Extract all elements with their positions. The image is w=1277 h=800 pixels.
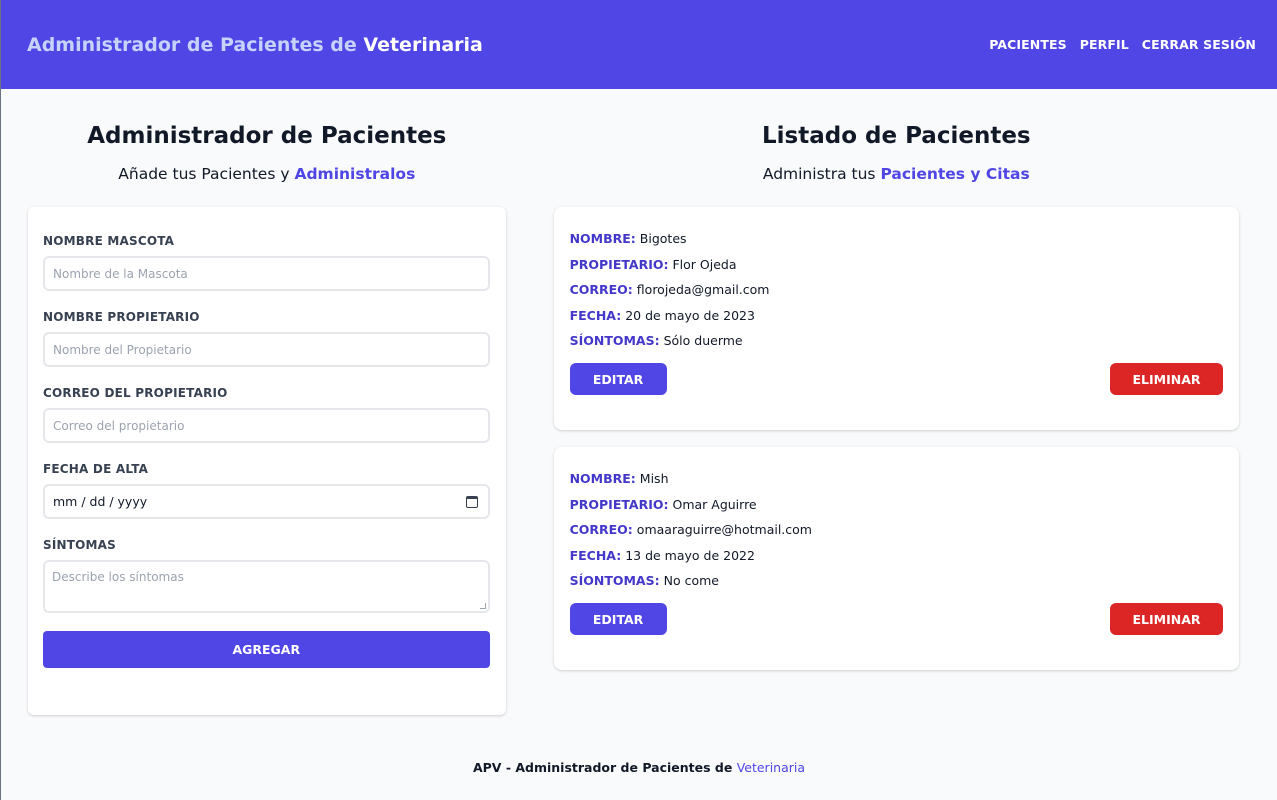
owner-name-label: NOMBRE PROPIETARIO [43, 310, 200, 324]
owner-email-input[interactable]: Correo del propietario [43, 408, 490, 443]
patient-card: NOMBRE: Mish PROPIETARIO: Omar Aguirre C… [553, 447, 1239, 670]
owner-email-label: CORREO DEL PROPIETARIO [43, 386, 228, 400]
owner-name-field-group: NOMBRE PROPIETARIO Nombre del Propietari… [43, 310, 490, 367]
patient-date-value: 13 de mayo de 2022 [625, 547, 755, 563]
patient-symptoms-row: SÍONTOMAS: No come [570, 573, 1223, 588]
patient-actions: EDITAR ELIMINAR [569, 363, 1223, 395]
app-brand: Administrador de Pacientes de Veterinari… [27, 34, 483, 56]
symptoms-placeholder: Describe los síntomas [52, 570, 184, 584]
patient-date-key: FECHA: [569, 307, 622, 323]
nav-link-cerrar-sesion[interactable]: CERRAR SESIÓN [1142, 37, 1256, 52]
list-subtitle-prefix: Administra tus [762, 165, 876, 183]
patient-owner-row: PROPIETARIO: Flor Ojeda [570, 257, 1223, 272]
patient-date-row: FECHA: 13 de mayo de 2022 [570, 548, 1223, 563]
pet-name-field-group: NOMBRE MASCOTA Nombre de la Mascota [43, 234, 490, 291]
footer-prefix: APV - Administrador de Pacientes de [472, 760, 733, 775]
patient-actions: EDITAR ELIMINAR [569, 603, 1223, 635]
symptoms-label: SÍNTOMAS [43, 538, 117, 552]
brand-accent: Veterinaria [363, 33, 483, 56]
main-nav: PACIENTES PERFIL CERRAR SESIÓN [989, 37, 1256, 52]
delete-patient-button[interactable]: ELIMINAR [1110, 363, 1223, 395]
patient-owner-key: PROPIETARIO: [569, 496, 669, 512]
patient-symptoms-key: SÍONTOMAS: [569, 333, 660, 348]
patient-date-value: 20 de mayo de 2023 [625, 307, 755, 323]
pet-name-input[interactable]: Nombre de la Mascota [43, 256, 490, 291]
patient-name-key: NOMBRE: [569, 231, 636, 246]
patient-name-value: Bigotes [639, 231, 687, 246]
list-section-title: Listado de Pacientes [761, 123, 1031, 149]
date-input[interactable]: mm / dd / yyyy [43, 484, 490, 519]
patient-name-row: NOMBRE: Mish [570, 471, 1223, 486]
patient-email-row: CORREO: omaaraguirre@hotmail.com [570, 522, 1223, 537]
resize-grip-icon[interactable] [479, 603, 486, 609]
patient-symptoms-value: Sólo duerme [663, 333, 743, 348]
brand-prefix: Administrador de Pacientes de [27, 33, 357, 56]
patient-email-value: florojeda@gmail.com [636, 282, 770, 297]
date-field-group: FECHA DE ALTA mm / dd / yyyy [43, 462, 490, 519]
patient-email-value: omaaraguirre@hotmail.com [636, 522, 812, 537]
delete-patient-button[interactable]: ELIMINAR [1110, 603, 1223, 635]
patient-owner-value: Omar Aguirre [672, 496, 757, 512]
symptoms-field-group: SÍNTOMAS Describe los síntomas [43, 538, 490, 613]
owner-name-input[interactable]: Nombre del Propietario [43, 332, 490, 367]
list-section-subtitle: Administra tus Pacientes y Citas [554, 164, 1239, 184]
patient-name-value: Mish [639, 471, 669, 486]
form-section-subtitle: Añade tus Pacientes y Administralos [28, 164, 506, 184]
patient-owner-value: Flor Ojeda [672, 256, 737, 272]
patient-symptoms-key: SÍONTOMAS: [569, 573, 660, 588]
nav-link-perfil[interactable]: PERFIL [1080, 37, 1129, 52]
add-patient-button[interactable]: AGREGAR [43, 631, 490, 668]
footer-highlight: Veterinaria [736, 760, 806, 775]
patient-symptoms-value: No come [663, 573, 719, 588]
page-footer: APV - Administrador de Pacientes de Vete… [1, 760, 1277, 775]
list-subtitle-highlight: Pacientes y Citas [880, 165, 1030, 183]
owner-email-field-group: CORREO DEL PROPIETARIO Correo del propie… [43, 386, 490, 443]
form-subtitle-highlight: Administralos [294, 165, 416, 183]
nav-link-pacientes[interactable]: PACIENTES [989, 37, 1066, 52]
patient-form: NOMBRE MASCOTA Nombre de la Mascota NOMB… [28, 207, 506, 715]
top-navbar: Administrador de Pacientes de Veterinari… [1, 0, 1277, 89]
patient-email-key: CORREO: [569, 522, 633, 537]
patient-owner-row: PROPIETARIO: Omar Aguirre [570, 497, 1223, 512]
patient-date-row: FECHA: 20 de mayo de 2023 [570, 308, 1223, 323]
date-label: FECHA DE ALTA [43, 462, 149, 476]
patient-email-key: CORREO: [569, 282, 633, 297]
symptoms-textarea[interactable]: Describe los síntomas [43, 560, 490, 613]
calendar-icon[interactable] [465, 495, 478, 508]
patient-list-section: Listado de Pacientes Administra tus Paci… [553, 89, 1239, 715]
date-input-value: mm / dd / yyyy [53, 494, 148, 509]
edit-patient-button[interactable]: EDITAR [569, 603, 667, 635]
form-subtitle-prefix: Añade tus Pacientes y [118, 165, 290, 183]
edit-patient-button[interactable]: EDITAR [569, 363, 667, 395]
patient-email-row: CORREO: florojeda@gmail.com [570, 282, 1223, 297]
main-content: Administrador de Pacientes Añade tus Pac… [1, 89, 1277, 715]
patient-name-row: NOMBRE: Bigotes [570, 231, 1223, 246]
patient-owner-key: PROPIETARIO: [569, 256, 669, 272]
pet-name-label: NOMBRE MASCOTA [43, 234, 175, 248]
patient-card: NOMBRE: Bigotes PROPIETARIO: Flor Ojeda … [553, 207, 1239, 430]
form-section-title: Administrador de Pacientes [87, 123, 447, 149]
patient-symptoms-row: SÍONTOMAS: Sólo duerme [570, 333, 1223, 348]
patient-date-key: FECHA: [569, 547, 622, 563]
patient-name-key: NOMBRE: [569, 471, 636, 486]
patient-form-section: Administrador de Pacientes Añade tus Pac… [28, 89, 506, 715]
